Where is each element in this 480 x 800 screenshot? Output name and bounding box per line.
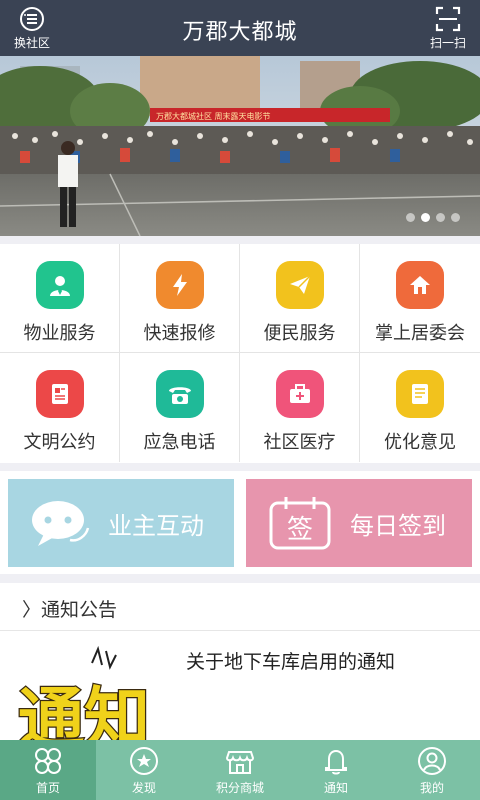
- tab-points-mall[interactable]: 积分商城: [192, 740, 288, 800]
- carousel-indicator: [406, 213, 460, 222]
- banner-carousel[interactable]: 万郡大都城社区 周末露天电影节: [0, 56, 480, 236]
- notice-list-item[interactable]: 通知 关于地下车库启用的通知: [0, 631, 480, 740]
- lightning-icon: [155, 261, 204, 309]
- tab-notifications[interactable]: 通知: [288, 740, 384, 800]
- page-title: 万郡大都城: [182, 20, 298, 45]
- compass-icon: [130, 747, 158, 775]
- notepad-icon: [396, 370, 444, 418]
- owner-interaction-label: 业主互动: [108, 511, 204, 540]
- notice-thumbnail: 通知: [17, 645, 151, 740]
- service-civility[interactable]: 文明公约: [0, 353, 120, 462]
- app-screen: 换社区 万郡大都城 扫一扫 万郡大都城社区 周末露天电影节 物业服务 快速报修 …: [0, 0, 480, 800]
- scan-icon: [435, 6, 461, 32]
- scan-button[interactable]: 扫一扫: [418, 6, 478, 51]
- medical-kit-icon: [275, 370, 324, 418]
- banner-sign-text: 万郡大都城社区 周末露天电影节: [156, 111, 271, 121]
- notice-section-header[interactable]: 〉通知公告: [0, 583, 480, 631]
- tab-label: 通知: [323, 781, 348, 795]
- notice-section-title: 〉通知公告: [22, 599, 118, 621]
- bell-icon: [325, 749, 347, 775]
- tab-label: 发现: [131, 781, 156, 795]
- service-feedback[interactable]: 优化意见: [360, 353, 480, 462]
- home-icon: [396, 261, 444, 309]
- user-icon: [418, 747, 446, 775]
- document-icon: [35, 370, 84, 418]
- person-icon: [35, 261, 84, 309]
- store-icon: [225, 751, 255, 774]
- tab-home[interactable]: 首页: [0, 740, 96, 800]
- carousel-dot-active[interactable]: [421, 213, 430, 222]
- clover-icon: [35, 748, 61, 774]
- service-property[interactable]: 物业服务: [0, 244, 120, 353]
- service-label: 文明公约: [23, 432, 96, 453]
- service-grid: 物业服务 快速报修 便民服务 掌上居委会 文明公约 应急电话 社区医疗 优化意见: [0, 244, 480, 463]
- notice-thumbnail-text: 通知: [18, 680, 150, 740]
- service-convenience[interactable]: 便民服务: [240, 244, 360, 353]
- owner-interaction-button[interactable]: 业主互动: [8, 479, 234, 567]
- tab-label: 首页: [35, 781, 60, 795]
- service-label: 掌上居委会: [375, 323, 465, 344]
- tab-label: 我的: [419, 781, 444, 795]
- daily-signin-button[interactable]: 签 每日签到: [246, 479, 472, 567]
- carousel-dot[interactable]: [406, 213, 415, 222]
- chat-bubble-icon: [32, 501, 90, 546]
- bottom-tab-bar: 首页 发现 积分商城 通知 我的: [0, 740, 480, 800]
- tab-discover[interactable]: 发现: [96, 740, 192, 800]
- paper-plane-icon: [275, 261, 324, 309]
- tab-label: 积分商城: [215, 781, 264, 795]
- tab-profile[interactable]: 我的: [384, 740, 480, 800]
- service-committee[interactable]: 掌上居委会: [360, 244, 480, 353]
- service-repair[interactable]: 快速报修: [120, 244, 240, 353]
- calendar-icon-text: 签: [287, 515, 313, 545]
- scan-label: 扫一扫: [429, 36, 466, 50]
- service-label: 社区医疗: [263, 432, 336, 453]
- service-medical[interactable]: 社区医疗: [240, 353, 360, 462]
- carousel-dot[interactable]: [451, 213, 460, 222]
- service-label: 便民服务: [263, 323, 336, 344]
- service-emergency[interactable]: 应急电话: [120, 353, 240, 462]
- service-label: 物业服务: [23, 323, 96, 344]
- service-label: 快速报修: [143, 323, 216, 344]
- carousel-dot[interactable]: [436, 213, 445, 222]
- telephone-icon: [155, 370, 204, 418]
- feature-buttons: 业主互动 签 每日签到: [0, 471, 480, 574]
- service-label: 应急电话: [143, 432, 216, 453]
- top-bar: 换社区 万郡大都城 扫一扫: [0, 0, 480, 56]
- notice-title: 关于地下车库启用的通知: [186, 651, 396, 673]
- banner-photo: 万郡大都城社区 周末露天电影节: [0, 56, 480, 236]
- daily-signin-label: 每日签到: [350, 511, 446, 540]
- service-label: 优化意见: [384, 432, 456, 453]
- calendar-icon: 签: [269, 497, 331, 550]
